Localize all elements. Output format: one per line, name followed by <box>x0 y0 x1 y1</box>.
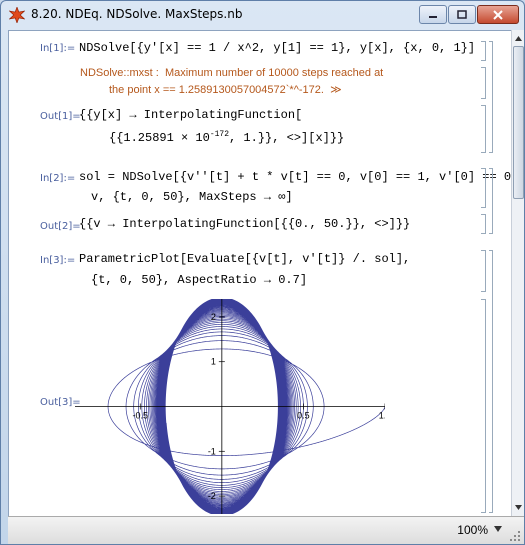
resize-grip-icon[interactable] <box>509 530 521 542</box>
status-bar: 100% <box>8 516 524 544</box>
cell-bracket-out1[interactable] <box>481 105 486 153</box>
input-cell-3-line-1[interactable]: ParametricPlot[Evaluate[{v[t], v'[t]} /.… <box>79 252 410 266</box>
output-cell-1-mantissa: {{1.25891 × 10 <box>109 131 210 145</box>
cell-bracket-in1[interactable] <box>481 41 486 61</box>
scrollbar-thumb[interactable] <box>513 46 524 199</box>
message-line-1: NDSolve::mxst : Maximum number of 10000 … <box>80 67 384 79</box>
input-cell-2-line-2[interactable]: v, {t, 0, 50}, MaxSteps → ∞] <box>91 190 293 204</box>
cell-group-bracket-2[interactable] <box>489 168 493 234</box>
output-label-2: Out[2]= <box>40 221 81 232</box>
cell-bracket-out2[interactable] <box>481 214 486 234</box>
maximize-button[interactable] <box>448 5 476 24</box>
cell-group-bracket-1[interactable] <box>489 41 493 153</box>
output-cell-1-line-1: {{y[x] → InterpolatingFunction[ <box>79 108 303 122</box>
x-tick-label: 0.5 <box>297 411 310 421</box>
cell-bracket-msg1[interactable] <box>481 67 486 99</box>
minimize-icon <box>429 15 437 18</box>
y-tick-label: -2 <box>208 491 216 501</box>
vertical-scrollbar[interactable] <box>511 30 524 516</box>
maximize-icon <box>457 10 467 19</box>
input-label-3: In[3]:= <box>40 255 76 266</box>
zoom-dropdown-icon[interactable] <box>494 526 502 532</box>
output-label-1: Out[1]= <box>40 111 81 122</box>
cell-bracket-in2[interactable] <box>481 168 486 208</box>
y-tick-label: 1 <box>211 357 216 367</box>
x-tick-label: -0.5 <box>133 411 149 421</box>
output-cell-1-line-2: {{1.25891 × 10-172, 1.}}, <>][x]}} <box>109 130 344 145</box>
close-icon <box>493 9 503 20</box>
scroll-up-button[interactable] <box>512 31 524 45</box>
mathematica-star-icon <box>9 7 25 23</box>
input-label-1: In[1]:= <box>40 43 76 54</box>
output-cell-1-rest: , 1.}}, <>][x]}} <box>229 131 345 145</box>
scroll-down-button[interactable] <box>512 500 524 514</box>
input-label-2: In[2]:= <box>40 173 76 184</box>
output-cell-2: {{v → InterpolatingFunction[{{0., 50.}},… <box>79 217 411 231</box>
y-tick-label: 2 <box>211 312 216 322</box>
input-cell-1[interactable]: NDSolve[{y'[x] == 1 / x^2, y[1] == 1}, y… <box>79 41 475 55</box>
notebook-window: 8.20. NDEq. NDSolve. MaxSteps.nb In[1]:=… <box>0 0 525 545</box>
title-bar[interactable]: 8.20. NDEq. NDSolve. MaxSteps.nb <box>1 1 524 29</box>
minimize-button[interactable] <box>419 5 447 24</box>
message-line-2[interactable]: the point x == 1.2589130057004572`*^-172… <box>109 83 342 96</box>
close-button[interactable] <box>477 5 519 24</box>
cell-group-bracket-3[interactable] <box>489 250 493 513</box>
parametric-plot[interactable]: -0.5 0.5 1.0 2 1 -1 -2 <box>75 299 385 514</box>
cell-bracket-in3[interactable] <box>481 250 486 292</box>
output-cell-1-exponent: -172 <box>209 130 230 139</box>
input-cell-3-line-2[interactable]: {t, 0, 50}, AspectRatio → 0.7] <box>91 273 307 287</box>
zoom-level[interactable]: 100% <box>457 523 488 537</box>
scroll-down-icon <box>515 504 522 510</box>
x-tick-label: 1.0 <box>379 411 385 421</box>
window-title: 8.20. NDEq. NDSolve. MaxSteps.nb <box>31 7 243 21</box>
input-cell-2-line-1[interactable]: sol = NDSolve[{v''[t] + t * v[t] == 0, v… <box>79 170 512 184</box>
cell-bracket-out3[interactable] <box>481 299 486 513</box>
notebook-document[interactable]: In[1]:= NDSolve[{y'[x] == 1 / x^2, y[1] … <box>8 30 513 517</box>
y-tick-label: -1 <box>208 446 216 456</box>
scroll-up-icon <box>515 35 522 41</box>
